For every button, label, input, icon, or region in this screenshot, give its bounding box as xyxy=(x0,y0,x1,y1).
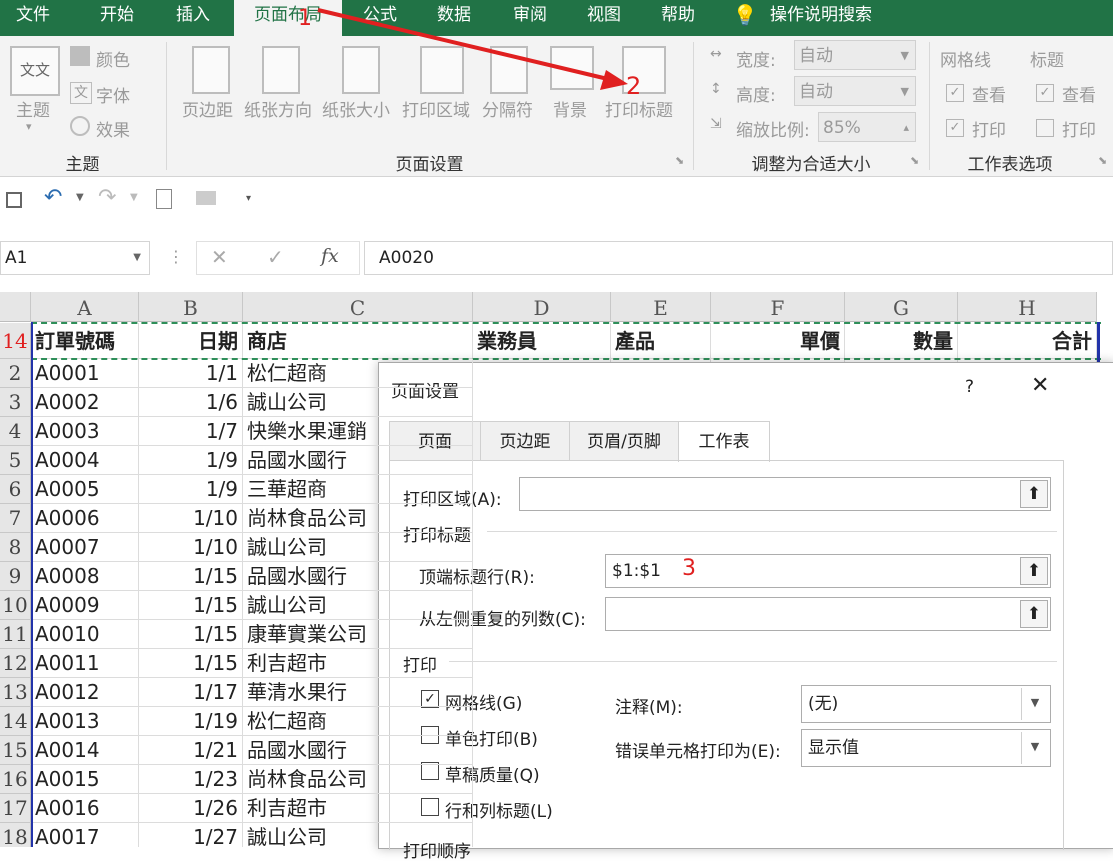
annotation-arrow xyxy=(317,8,628,90)
annotation-1: 1 xyxy=(298,6,312,31)
table-cell[interactable]: 松仁超商 xyxy=(243,707,473,736)
table-cell[interactable]: 品國水國行 xyxy=(243,736,473,765)
table-cell[interactable]: 尚林食品公司 xyxy=(243,765,473,794)
table-cell[interactable]: 尚林食品公司 xyxy=(243,504,473,533)
table-cell[interactable]: 品國水國行 xyxy=(243,562,473,591)
table-cell[interactable]: 三華超商 xyxy=(243,475,473,504)
table-cell[interactable]: 誠山公司 xyxy=(243,533,473,562)
table-cell[interactable]: 誠山公司 xyxy=(243,823,473,847)
annotation-2: 2 xyxy=(626,72,642,100)
table-cell[interactable]: 品國水國行 xyxy=(243,446,473,475)
table-cell[interactable]: 康華實業公司 xyxy=(243,620,473,649)
table-cell[interactable]: 利吉超市 xyxy=(243,794,473,823)
table-cell[interactable]: 誠山公司 xyxy=(243,388,473,417)
table-cell[interactable]: 誠山公司 xyxy=(243,591,473,620)
table-cell[interactable]: 利吉超市 xyxy=(243,649,473,678)
annotation-3: 3 xyxy=(682,556,696,581)
table-cell[interactable]: 華清水果行 xyxy=(243,678,473,707)
table-cell[interactable]: 快樂水果運銷 xyxy=(243,417,473,446)
table-cell[interactable]: 松仁超商 xyxy=(243,359,473,388)
